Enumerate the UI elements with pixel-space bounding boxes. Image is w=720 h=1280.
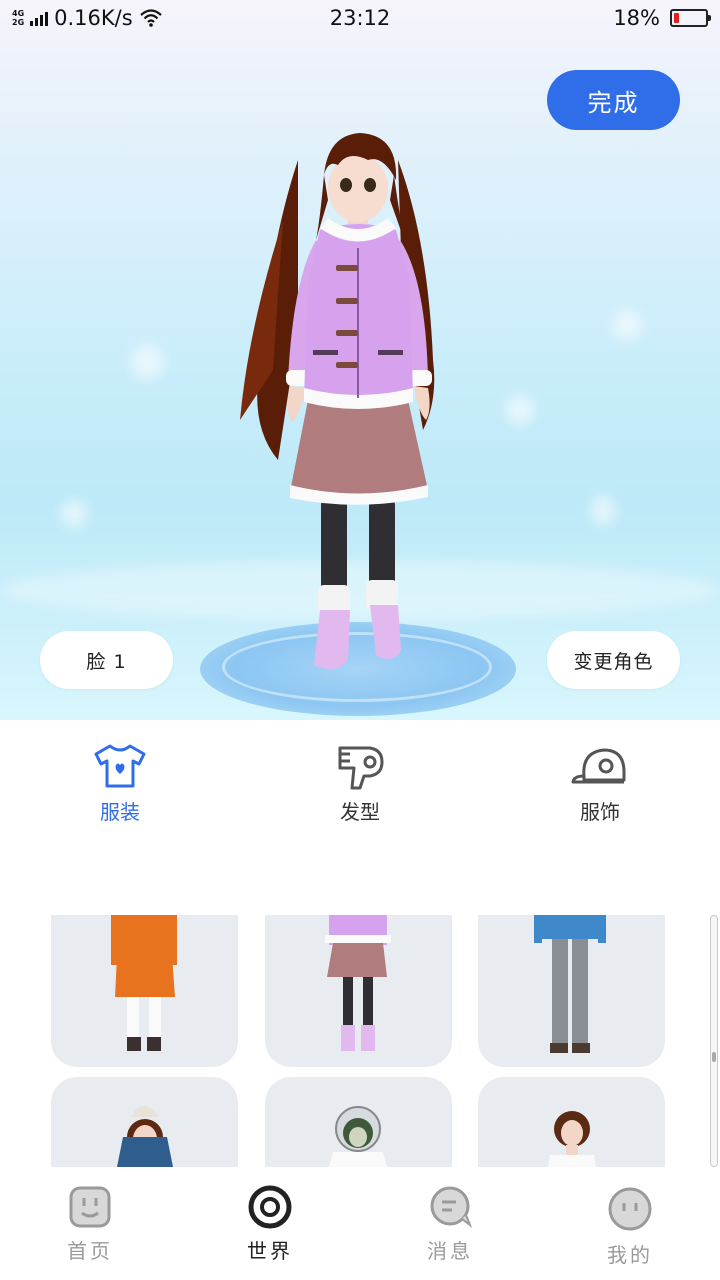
tab-clothing-label: 服装: [100, 800, 140, 824]
outfit-purple-coat-thumb: [325, 915, 391, 1051]
battery-level: [674, 13, 680, 23]
outfit-beanie-scarf-thumb: [117, 1106, 173, 1167]
profile-face-icon: [608, 1187, 652, 1231]
sparkle: [60, 500, 88, 528]
cap-icon: [571, 748, 626, 784]
hair-dryer-icon: [338, 746, 384, 790]
change-role-button[interactable]: 变更角色: [547, 631, 680, 689]
done-button[interactable]: 完成: [547, 70, 680, 130]
nav-messages-label: 消息: [427, 1239, 473, 1263]
tab-clothing[interactable]: 服装: [0, 720, 240, 840]
nav-messages[interactable]: 消息: [360, 1167, 540, 1280]
outfit-tile[interactable]: [51, 915, 238, 1067]
outfit-tile-selected[interactable]: [265, 915, 452, 1067]
world-ring-icon: [248, 1185, 292, 1229]
network-speed: 0.16K/s: [54, 6, 133, 30]
home-face-icon: [69, 1186, 111, 1228]
outfit-tile[interactable]: [478, 1077, 665, 1167]
tshirt-icon: [94, 744, 146, 788]
tab-hairstyle-label: 发型: [340, 800, 380, 824]
nav-profile-label: 我的: [607, 1243, 653, 1267]
outfit-blue-jacket-thumb: [534, 915, 606, 1053]
outfit-grid: [0, 915, 720, 1167]
sparkle: [130, 345, 164, 379]
battery-icon: [670, 9, 711, 27]
sparkle: [590, 495, 616, 525]
signal-icon: [30, 10, 49, 26]
nav-home-label: 首页: [67, 1239, 113, 1263]
grid-scroll-thumb[interactable]: [712, 1052, 716, 1062]
outfit-tile[interactable]: [478, 915, 665, 1067]
network-type-top: 4G: [12, 9, 25, 18]
nav-profile[interactable]: 我的: [540, 1167, 720, 1280]
network-type-bottom: 2G: [12, 18, 25, 27]
network-type: 4G 2G: [12, 9, 24, 27]
outfit-tile[interactable]: [51, 1077, 238, 1167]
outfit-helmet-thumb: [329, 1106, 387, 1167]
bottom-nav: 首页 世界 消息 我的: [0, 1167, 720, 1280]
sparkle: [505, 395, 535, 425]
tab-accessories[interactable]: 服饰: [480, 720, 720, 840]
message-icon: [430, 1186, 473, 1228]
outfit-orange-dress-thumb: [111, 915, 177, 1051]
grid-scrollbar[interactable]: [710, 915, 718, 1167]
sparkle: [612, 310, 642, 340]
outfit-white-top-thumb: [548, 1111, 596, 1167]
wifi-icon: [139, 9, 162, 27]
face-select-button[interactable]: 脸 1: [40, 631, 173, 689]
nav-home[interactable]: 首页: [0, 1167, 180, 1280]
tab-hairstyle[interactable]: 发型: [240, 720, 480, 840]
nav-world-label: 世界: [247, 1239, 293, 1263]
status-bar: 4G 2G 0.16K/s 23:12 18%: [0, 0, 720, 36]
avatar-model[interactable]: [228, 130, 448, 675]
nav-world[interactable]: 世界: [180, 1167, 360, 1280]
avatar-stage: 完成 脸 1 变更角色: [0, 0, 720, 720]
category-tabs: 服装 发型 服饰: [0, 720, 720, 840]
tab-accessories-label: 服饰: [580, 800, 620, 824]
battery-percent: 18%: [613, 6, 660, 30]
outfit-tile[interactable]: [265, 1077, 452, 1167]
